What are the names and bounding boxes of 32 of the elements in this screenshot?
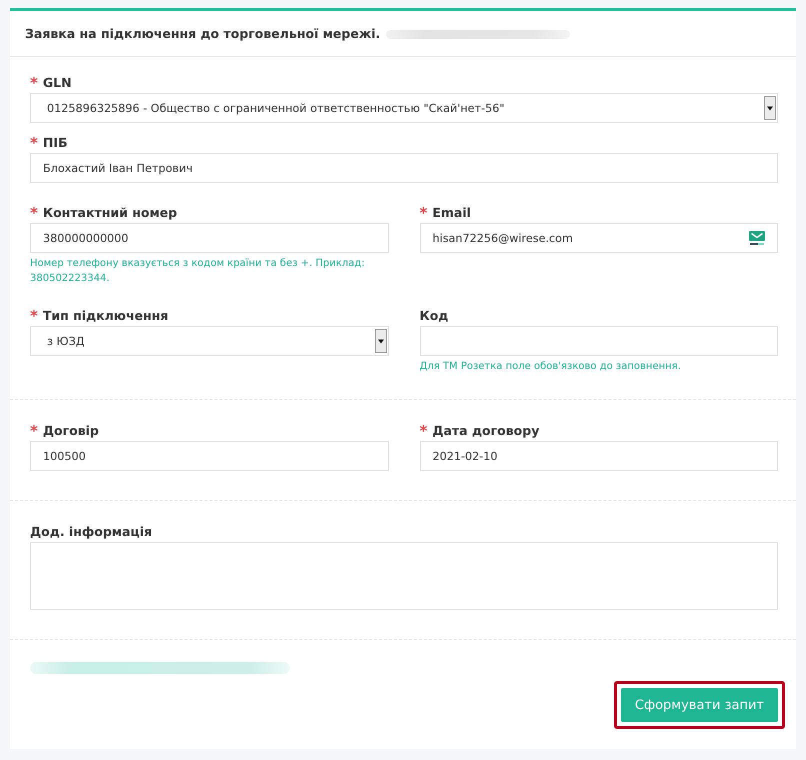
field-hint: Для ТМ Розетка поле обов'язково до заповнення. <box>420 360 682 374</box>
field-label: GLN <box>42 74 72 92</box>
required-mark: * <box>30 203 38 223</box>
dropdown-field[interactable]: з ЮЗД <box>30 326 388 356</box>
envelope-icon <box>749 230 765 246</box>
field-hint: Номер телефону вказується з кодом країни та без +. Приклад: 380502223344. <box>30 257 366 286</box>
blurred-link[interactable] <box>30 662 290 674</box>
field-label: Контактний номер <box>42 204 178 222</box>
text-field[interactable]: 380000000000 <box>30 223 388 253</box>
form-title: Заявка на підключення до торговельної мережі. <box>25 26 380 41</box>
field-label: Дата договору <box>432 422 540 440</box>
field-label: Код <box>420 307 448 325</box>
dropdown-field[interactable]: 0125896325896 - Общество с ограниченной ответственностью "Скай'нет-56" <box>30 93 778 123</box>
text-field[interactable] <box>420 326 778 356</box>
field-label: Тип підключення <box>42 307 168 325</box>
required-mark: * <box>30 73 38 93</box>
required-mark: * <box>420 203 428 223</box>
caret-icon <box>764 96 776 120</box>
required-mark: * <box>30 306 38 326</box>
field-label: ПІБ <box>42 134 68 152</box>
required-mark: * <box>30 133 38 153</box>
field-label: Email <box>432 204 471 222</box>
email-field[interactable]: hisan72256@wirese.com <box>420 223 778 253</box>
text-field[interactable]: 100500 <box>30 441 388 471</box>
field-label: Дод. інформація <box>30 523 152 541</box>
field-label: Договір <box>42 422 99 440</box>
text-area[interactable] <box>30 542 778 610</box>
text-field[interactable]: 2021-02-10 <box>420 441 778 471</box>
required-mark: * <box>420 421 428 441</box>
caret-icon <box>374 329 386 353</box>
required-mark: * <box>30 421 38 441</box>
text-field[interactable]: Блохастий Іван Петрович <box>30 153 778 183</box>
